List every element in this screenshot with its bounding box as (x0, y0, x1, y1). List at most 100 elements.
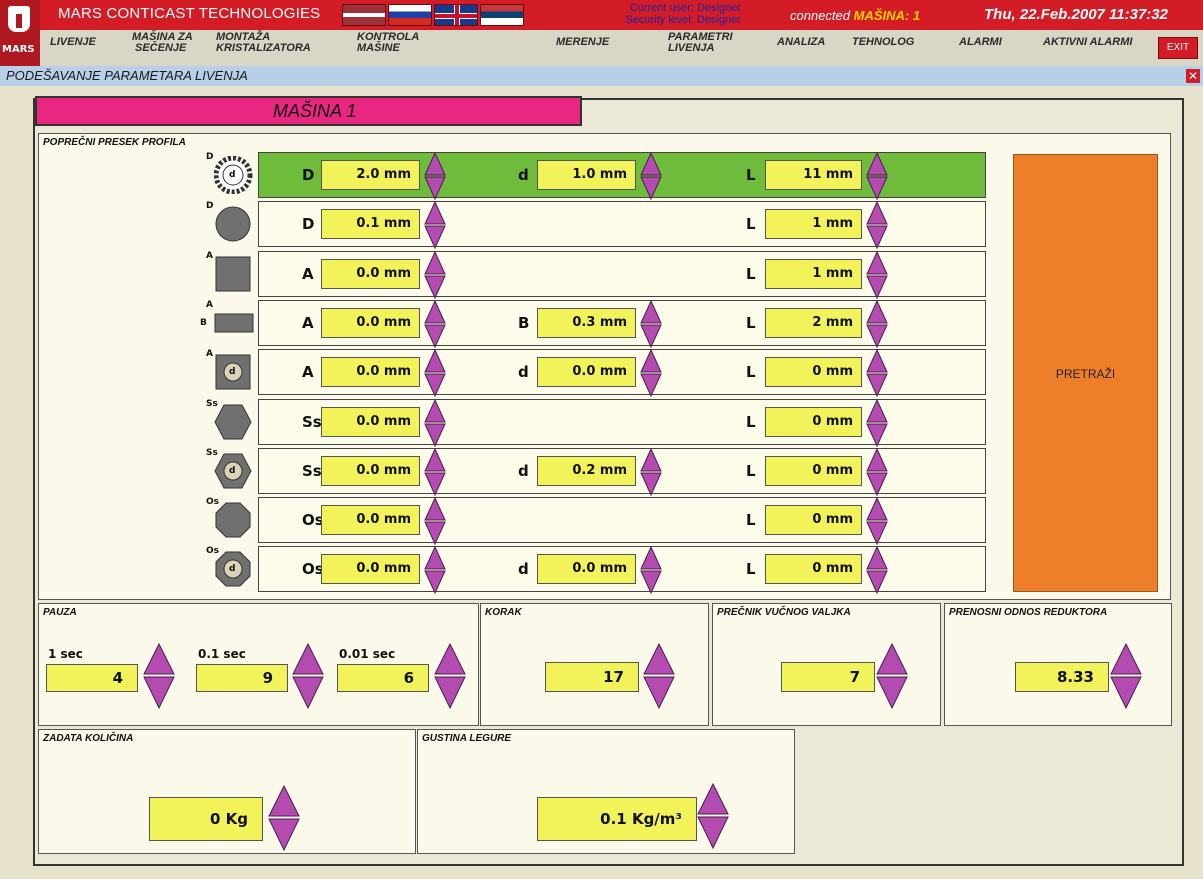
spinner-up-arrow[interactable] (866, 152, 888, 176)
menu-alarmi[interactable]: ALARMI (959, 37, 1002, 48)
gustina-spinner[interactable] (697, 782, 729, 850)
dimension-spinner[interactable] (424, 399, 446, 447)
spinner-up-arrow[interactable] (866, 349, 888, 373)
spinner-up-arrow[interactable] (424, 399, 446, 423)
dimension-spinner[interactable] (424, 152, 446, 200)
dimension-spinner[interactable] (640, 546, 662, 594)
spinner-down-arrow[interactable] (876, 676, 908, 710)
spinner-up-arrow[interactable] (640, 448, 662, 472)
spinner-down-arrow[interactable] (1110, 676, 1142, 710)
spinner-up-arrow[interactable] (424, 251, 446, 275)
spinner-up-arrow[interactable] (876, 642, 908, 675)
spinner-up-arrow[interactable] (640, 152, 662, 176)
menu-merenje[interactable]: MERENJE (556, 37, 609, 48)
dimension-spinner[interactable] (640, 349, 662, 397)
spinner-down-arrow[interactable] (866, 275, 888, 299)
dimension-value[interactable]: 0.3 mm (537, 308, 636, 338)
dimension-spinner[interactable] (866, 201, 888, 249)
dimension-value[interactable]: 0.2 mm (537, 456, 636, 486)
dimension-value[interactable]: 2.0 mm (321, 160, 420, 190)
dimension-value[interactable]: 1 mm (765, 259, 862, 289)
exit-button[interactable]: EXIT (1158, 37, 1198, 59)
spinner-down-arrow[interactable] (640, 324, 662, 348)
dimension-spinner[interactable] (640, 152, 662, 200)
dimension-spinner[interactable] (866, 152, 888, 200)
korak-value[interactable]: 17 (545, 662, 639, 692)
spinner-down-arrow[interactable] (866, 472, 888, 496)
dimension-value[interactable]: 0 mm (765, 554, 862, 584)
spinner-up-arrow[interactable] (640, 300, 662, 324)
spinner-down-arrow[interactable] (424, 324, 446, 348)
dimension-spinner[interactable] (424, 448, 446, 496)
menu-livenje[interactable]: LIVENJE (50, 37, 96, 48)
spinner-up-arrow[interactable] (424, 152, 446, 176)
dimension-spinner[interactable] (640, 300, 662, 348)
dimension-value[interactable]: 0.0 mm (321, 407, 420, 437)
menu-kontrola-masine[interactable]: KONTROLA MAŠINE (357, 32, 419, 54)
dimension-value[interactable]: 0 mm (765, 407, 862, 437)
spinner-down-arrow[interactable] (424, 373, 446, 397)
pauza-01sec-spinner[interactable] (292, 642, 324, 710)
spinner-up-arrow[interactable] (434, 642, 466, 675)
pauza-1sec-value[interactable]: 4 (46, 664, 138, 692)
spinner-up-arrow[interactable] (866, 251, 888, 275)
spinner-up-arrow[interactable] (866, 546, 888, 570)
spinner-down-arrow[interactable] (866, 423, 888, 447)
menu-aktivni-alarmi[interactable]: AKTIVNI ALARMI (1043, 37, 1132, 48)
spinner-up-arrow[interactable] (424, 349, 446, 373)
spinner-down-arrow[interactable] (640, 373, 662, 397)
spinner-up-arrow[interactable] (292, 642, 324, 675)
spinner-down-arrow[interactable] (424, 275, 446, 299)
pauza-1sec-spinner[interactable] (143, 642, 175, 710)
gustina-value[interactable]: 0.1 Kg/m³ (537, 797, 697, 841)
dimension-value[interactable]: 0.0 mm (321, 456, 420, 486)
dimension-spinner[interactable] (866, 399, 888, 447)
prenosni-spinner[interactable] (1110, 642, 1142, 710)
dimension-spinner[interactable] (424, 497, 446, 545)
spinner-up-arrow[interactable] (424, 201, 446, 225)
spinner-up-arrow[interactable] (640, 546, 662, 570)
dimension-value[interactable]: 0 mm (765, 505, 862, 535)
spinner-down-arrow[interactable] (424, 521, 446, 545)
spinner-down-arrow[interactable] (697, 816, 729, 850)
spinner-up-arrow[interactable] (640, 349, 662, 373)
square-hollow-profile-icon[interactable]: Ad (206, 349, 258, 393)
dimension-spinner[interactable] (424, 300, 446, 348)
spinner-up-arrow[interactable] (143, 642, 175, 675)
spinner-down-arrow[interactable] (424, 472, 446, 496)
flag-uk-icon[interactable] (434, 4, 478, 26)
dimension-value[interactable]: 0.0 mm (321, 357, 420, 387)
spinner-up-arrow[interactable] (866, 399, 888, 423)
dimension-spinner[interactable] (424, 251, 446, 299)
pauza-001sec-value[interactable]: 6 (337, 664, 429, 692)
spinner-down-arrow[interactable] (424, 225, 446, 249)
square-profile-icon[interactable]: A (206, 251, 258, 295)
spinner-up-arrow[interactable] (424, 448, 446, 472)
spinner-up-arrow[interactable] (643, 642, 675, 675)
spinner-up-arrow[interactable] (866, 201, 888, 225)
close-icon[interactable]: ✕ (1186, 69, 1200, 83)
dimension-spinner[interactable] (640, 448, 662, 496)
dimension-value[interactable]: 11 mm (765, 160, 862, 190)
dimension-spinner[interactable] (866, 349, 888, 397)
spinner-down-arrow[interactable] (424, 570, 446, 594)
rect-profile-icon[interactable]: AB (200, 300, 258, 344)
dimension-value[interactable]: 1.0 mm (537, 160, 636, 190)
flag-russia-icon[interactable] (388, 4, 432, 26)
octagon-profile-icon[interactable]: Os (206, 497, 258, 541)
spinner-up-arrow[interactable] (424, 300, 446, 324)
spinner-down-arrow[interactable] (640, 570, 662, 594)
spinner-down-arrow[interactable] (424, 176, 446, 200)
dimension-value[interactable]: 0.0 mm (321, 554, 420, 584)
dimension-value[interactable]: 1 mm (765, 209, 862, 239)
korak-spinner[interactable] (643, 642, 675, 710)
dimension-value[interactable]: 2 mm (765, 308, 862, 338)
spinner-up-arrow[interactable] (1110, 642, 1142, 675)
spinner-up-arrow[interactable] (866, 497, 888, 521)
spinner-down-arrow[interactable] (866, 225, 888, 249)
flag-serbia-icon[interactable] (480, 4, 524, 26)
dimension-value[interactable]: 0 mm (765, 357, 862, 387)
dimension-spinner[interactable] (424, 349, 446, 397)
spinner-down-arrow[interactable] (292, 676, 324, 710)
octagon-hollow-profile-icon[interactable]: Os d (206, 546, 258, 590)
